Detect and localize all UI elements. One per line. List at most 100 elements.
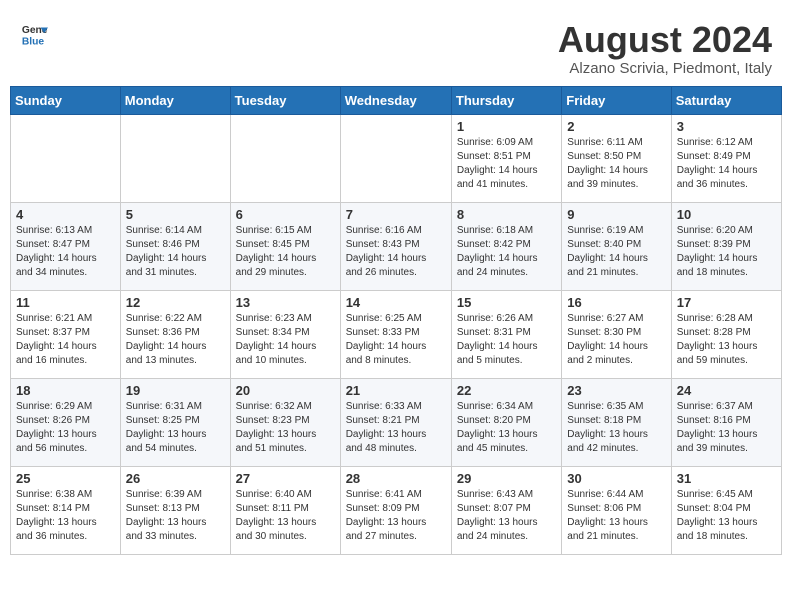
calendar-cell: 11 Sunrise: 6:21 AM Sunset: 8:37 PM Dayli… [11, 290, 121, 378]
day-info: Sunrise: 6:15 AM Sunset: 8:45 PM Dayligh… [236, 224, 335, 280]
day-number: 28 [346, 471, 446, 486]
calendar-cell: 13 Sunrise: 6:23 AM Sunset: 8:34 PM Dayli… [230, 290, 340, 378]
day-info: Sunrise: 6:38 AM Sunset: 8:14 PM Dayligh… [16, 488, 115, 544]
calendar-cell: 16 Sunrise: 6:27 AM Sunset: 8:30 PM Dayli… [562, 290, 671, 378]
logo-icon: General Blue [20, 20, 48, 48]
day-number: 4 [16, 207, 115, 222]
calendar-cell [120, 114, 230, 202]
day-info: Sunrise: 6:21 AM Sunset: 8:37 PM Dayligh… [16, 312, 115, 368]
logo: General Blue [20, 20, 48, 48]
calendar-cell: 29 Sunrise: 6:43 AM Sunset: 8:07 PM Dayli… [451, 466, 561, 554]
location-subtitle: Alzano Scrivia, Piedmont, Italy [558, 60, 772, 77]
day-number: 9 [567, 207, 665, 222]
day-number: 2 [567, 119, 665, 134]
day-number: 20 [236, 383, 335, 398]
calendar-cell: 4 Sunrise: 6:13 AM Sunset: 8:47 PM Daylig… [11, 202, 121, 290]
day-number: 13 [236, 295, 335, 310]
day-info: Sunrise: 6:20 AM Sunset: 8:39 PM Dayligh… [677, 224, 776, 280]
calendar-cell: 24 Sunrise: 6:37 AM Sunset: 8:16 PM Dayli… [671, 378, 781, 466]
day-number: 29 [457, 471, 556, 486]
day-info: Sunrise: 6:26 AM Sunset: 8:31 PM Dayligh… [457, 312, 556, 368]
calendar-cell: 21Sunrise: 6:33 AM Sunset: 8:21 PM Dayli… [340, 378, 451, 466]
calendar-cell: 15 Sunrise: 6:26 AM Sunset: 8:31 PM Dayli… [451, 290, 561, 378]
calendar-cell: 19 Sunrise: 6:31 AM Sunset: 8:25 PM Dayli… [120, 378, 230, 466]
calendar-cell [230, 114, 340, 202]
week-row-2: 4 Sunrise: 6:13 AM Sunset: 8:47 PM Daylig… [11, 202, 782, 290]
day-info: Sunrise: 6:16 AM Sunset: 8:43 PM Dayligh… [346, 224, 446, 280]
day-number: 24 [677, 383, 776, 398]
day-number: 16 [567, 295, 665, 310]
day-info: Sunrise: 6:45 AM Sunset: 8:04 PM Dayligh… [677, 488, 776, 544]
day-number: 31 [677, 471, 776, 486]
day-info: Sunrise: 6:12 AM Sunset: 8:49 PM Dayligh… [677, 136, 776, 192]
calendar-cell: 30Sunrise: 6:44 AM Sunset: 8:06 PM Dayli… [562, 466, 671, 554]
title-area: August 2024 Alzano Scrivia, Piedmont, It… [558, 20, 772, 77]
week-row-1: 1Sunrise: 6:09 AM Sunset: 8:51 PM Daylig… [11, 114, 782, 202]
calendar-cell: 5 Sunrise: 6:14 AM Sunset: 8:46 PM Daylig… [120, 202, 230, 290]
calendar-cell: 8 Sunrise: 6:18 AM Sunset: 8:42 PM Daylig… [451, 202, 561, 290]
week-row-5: 25 Sunrise: 6:38 AM Sunset: 8:14 PM Dayli… [11, 466, 782, 554]
day-info: Sunrise: 6:35 AM Sunset: 8:18 PM Dayligh… [567, 400, 665, 456]
calendar-cell: 25 Sunrise: 6:38 AM Sunset: 8:14 PM Dayli… [11, 466, 121, 554]
calendar-cell: 17 Sunrise: 6:28 AM Sunset: 8:28 PM Dayli… [671, 290, 781, 378]
day-info: Sunrise: 6:44 AM Sunset: 8:06 PM Dayligh… [567, 488, 665, 544]
calendar-cell: 31 Sunrise: 6:45 AM Sunset: 8:04 PM Dayli… [671, 466, 781, 554]
weekday-header-thursday: Thursday [451, 86, 561, 114]
day-number: 15 [457, 295, 556, 310]
day-info: Sunrise: 6:19 AM Sunset: 8:40 PM Dayligh… [567, 224, 665, 280]
day-number: 17 [677, 295, 776, 310]
calendar-cell: 10 Sunrise: 6:20 AM Sunset: 8:39 PM Dayli… [671, 202, 781, 290]
calendar-cell: 23 Sunrise: 6:35 AM Sunset: 8:18 PM Dayli… [562, 378, 671, 466]
day-number: 5 [126, 207, 225, 222]
calendar-cell: 27Sunrise: 6:40 AM Sunset: 8:11 PM Dayli… [230, 466, 340, 554]
week-row-4: 18Sunrise: 6:29 AM Sunset: 8:26 PM Dayli… [11, 378, 782, 466]
day-number: 22 [457, 383, 556, 398]
calendar-cell: 1Sunrise: 6:09 AM Sunset: 8:51 PM Daylig… [451, 114, 561, 202]
day-number: 8 [457, 207, 556, 222]
calendar-cell: 3Sunrise: 6:12 AM Sunset: 8:49 PM Daylig… [671, 114, 781, 202]
calendar-cell: 2 Sunrise: 6:11 AM Sunset: 8:50 PM Daylig… [562, 114, 671, 202]
calendar-cell: 14 Sunrise: 6:25 AM Sunset: 8:33 PM Dayli… [340, 290, 451, 378]
calendar-cell [11, 114, 121, 202]
day-info: Sunrise: 6:39 AM Sunset: 8:13 PM Dayligh… [126, 488, 225, 544]
day-info: Sunrise: 6:43 AM Sunset: 8:07 PM Dayligh… [457, 488, 556, 544]
weekday-header-row: SundayMondayTuesdayWednesdayThursdayFrid… [11, 86, 782, 114]
day-info: Sunrise: 6:27 AM Sunset: 8:30 PM Dayligh… [567, 312, 665, 368]
day-info: Sunrise: 6:14 AM Sunset: 8:46 PM Dayligh… [126, 224, 225, 280]
weekday-header-friday: Friday [562, 86, 671, 114]
day-number: 12 [126, 295, 225, 310]
day-info: Sunrise: 6:34 AM Sunset: 8:20 PM Dayligh… [457, 400, 556, 456]
day-info: Sunrise: 6:11 AM Sunset: 8:50 PM Dayligh… [567, 136, 665, 192]
day-info: Sunrise: 6:32 AM Sunset: 8:23 PM Dayligh… [236, 400, 335, 456]
day-number: 25 [16, 471, 115, 486]
calendar-cell: 7Sunrise: 6:16 AM Sunset: 8:43 PM Daylig… [340, 202, 451, 290]
weekday-header-tuesday: Tuesday [230, 86, 340, 114]
day-info: Sunrise: 6:23 AM Sunset: 8:34 PM Dayligh… [236, 312, 335, 368]
day-info: Sunrise: 6:37 AM Sunset: 8:16 PM Dayligh… [677, 400, 776, 456]
week-row-3: 11 Sunrise: 6:21 AM Sunset: 8:37 PM Dayli… [11, 290, 782, 378]
calendar-cell: 22 Sunrise: 6:34 AM Sunset: 8:20 PM Dayli… [451, 378, 561, 466]
day-number: 6 [236, 207, 335, 222]
day-number: 14 [346, 295, 446, 310]
day-info: Sunrise: 6:40 AM Sunset: 8:11 PM Dayligh… [236, 488, 335, 544]
day-info: Sunrise: 6:25 AM Sunset: 8:33 PM Dayligh… [346, 312, 446, 368]
day-info: Sunrise: 6:18 AM Sunset: 8:42 PM Dayligh… [457, 224, 556, 280]
day-number: 1 [457, 119, 556, 134]
day-number: 21 [346, 383, 446, 398]
calendar-cell: 9 Sunrise: 6:19 AM Sunset: 8:40 PM Daylig… [562, 202, 671, 290]
day-number: 10 [677, 207, 776, 222]
day-info: Sunrise: 6:31 AM Sunset: 8:25 PM Dayligh… [126, 400, 225, 456]
calendar-cell: 26Sunrise: 6:39 AM Sunset: 8:13 PM Dayli… [120, 466, 230, 554]
day-info: Sunrise: 6:41 AM Sunset: 8:09 PM Dayligh… [346, 488, 446, 544]
calendar-cell: 20 Sunrise: 6:32 AM Sunset: 8:23 PM Dayli… [230, 378, 340, 466]
day-info: Sunrise: 6:13 AM Sunset: 8:47 PM Dayligh… [16, 224, 115, 280]
day-number: 19 [126, 383, 225, 398]
calendar-cell: 12 Sunrise: 6:22 AM Sunset: 8:36 PM Dayli… [120, 290, 230, 378]
day-number: 18 [16, 383, 115, 398]
day-number: 23 [567, 383, 665, 398]
calendar-cell: 28 Sunrise: 6:41 AM Sunset: 8:09 PM Dayli… [340, 466, 451, 554]
day-info: Sunrise: 6:28 AM Sunset: 8:28 PM Dayligh… [677, 312, 776, 368]
day-info: Sunrise: 6:22 AM Sunset: 8:36 PM Dayligh… [126, 312, 225, 368]
month-year-title: August 2024 [558, 20, 772, 60]
day-number: 11 [16, 295, 115, 310]
